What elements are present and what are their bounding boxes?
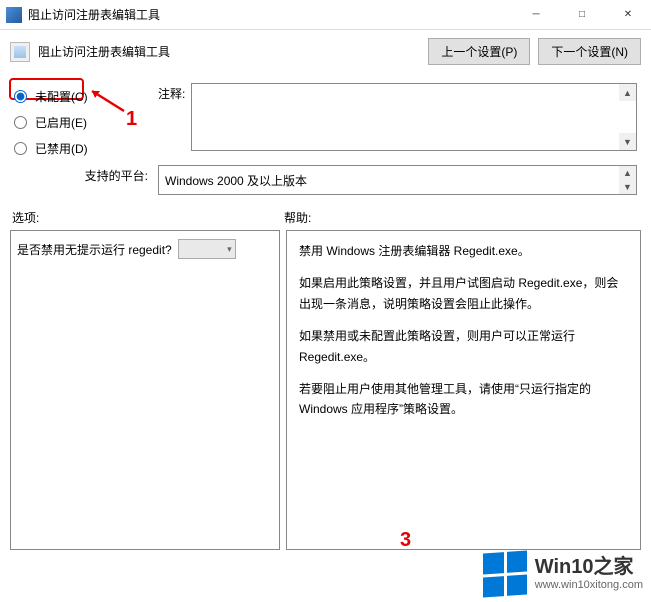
help-text: 禁用 Windows 注册表编辑器 Regedit.exe。 [299,241,628,261]
radio-enabled-label[interactable]: 已启用(E) [35,114,87,131]
minimize-button[interactable]: ─ [513,0,559,30]
platform-box: Windows 2000 及以上版本 ▲ ▼ [158,165,637,195]
policy-icon [10,42,30,62]
options-panel: 是否禁用无提示运行 regedit? ▾ [10,230,280,550]
help-text: 如果禁用或未配置此策略设置，则用户可以正常运行 Regedit.exe。 [299,326,628,367]
help-text: 若要阻止用户使用其他管理工具，请使用“只运行指定的 Windows 应用程序”策… [299,379,628,420]
scroll-up-icon[interactable]: ▲ [619,84,636,101]
options-section-label: 选项: [12,209,284,226]
state-radio-group: 未配置(C) 已启用(E) 已禁用(D) [10,83,152,161]
radio-disabled[interactable] [14,142,27,155]
comment-label: 注释: [158,83,185,151]
close-button[interactable]: ✕ [605,0,651,30]
toolbar: 阻止访问注册表编辑工具 上一个设置(P) 下一个设置(N) [0,30,651,73]
watermark-line2: www.win10xitong.com [535,579,643,591]
scroll-down-icon[interactable]: ▼ [619,133,636,150]
windows-logo-icon [483,550,527,597]
help-section-label: 帮助: [284,209,311,226]
radio-disabled-label[interactable]: 已禁用(D) [35,140,88,157]
previous-setting-button[interactable]: 上一个设置(P) [428,38,530,65]
panels: 是否禁用无提示运行 regedit? ▾ 禁用 Windows 注册表编辑器 R… [10,230,641,550]
section-labels: 选项: 帮助: [10,209,641,226]
next-setting-button[interactable]: 下一个设置(N) [538,38,641,65]
help-panel: 禁用 Windows 注册表编辑器 Regedit.exe。 如果启用此策略设置… [286,230,641,550]
watermark: Win10之家 www.win10xitong.com [483,552,643,596]
window-controls: ─ □ ✕ [513,0,651,30]
watermark-text: Win10之家 www.win10xitong.com [535,557,643,591]
scroll-down-icon[interactable]: ▼ [619,180,636,194]
app-icon [6,7,22,23]
help-text: 如果启用此策略设置，并且用户试图启动 Regedit.exe，则会出现一条消息，… [299,273,628,314]
option-row: 是否禁用无提示运行 regedit? ▾ [11,231,279,267]
window-title: 阻止访问注册表编辑工具 [28,6,513,23]
dialog-body: 未配置(C) 已启用(E) 已禁用(D) 注释: ▲ ▼ 支持的平台: [0,73,651,550]
watermark-line1: Win10之家 [535,557,643,577]
toolbar-subtitle: 阻止访问注册表编辑工具 [38,43,170,60]
platform-row: 支持的平台: Windows 2000 及以上版本 ▲ ▼ [10,165,641,195]
platform-label: 支持的平台: [10,165,152,184]
comment-textarea[interactable]: ▲ ▼ [191,83,637,151]
config-row: 未配置(C) 已启用(E) 已禁用(D) 注释: ▲ ▼ [10,83,641,161]
maximize-button[interactable]: □ [559,0,605,30]
option-question: 是否禁用无提示运行 regedit? [17,241,172,258]
window-titlebar: 阻止访问注册表编辑工具 ─ □ ✕ [0,0,651,30]
radio-enabled[interactable] [14,116,27,129]
option-combobox[interactable]: ▾ [178,239,236,259]
radio-not-configured-label[interactable]: 未配置(C) [35,88,88,105]
radio-not-configured[interactable] [14,90,27,103]
scroll-up-icon[interactable]: ▲ [619,166,636,180]
platform-value: Windows 2000 及以上版本 [165,172,307,189]
